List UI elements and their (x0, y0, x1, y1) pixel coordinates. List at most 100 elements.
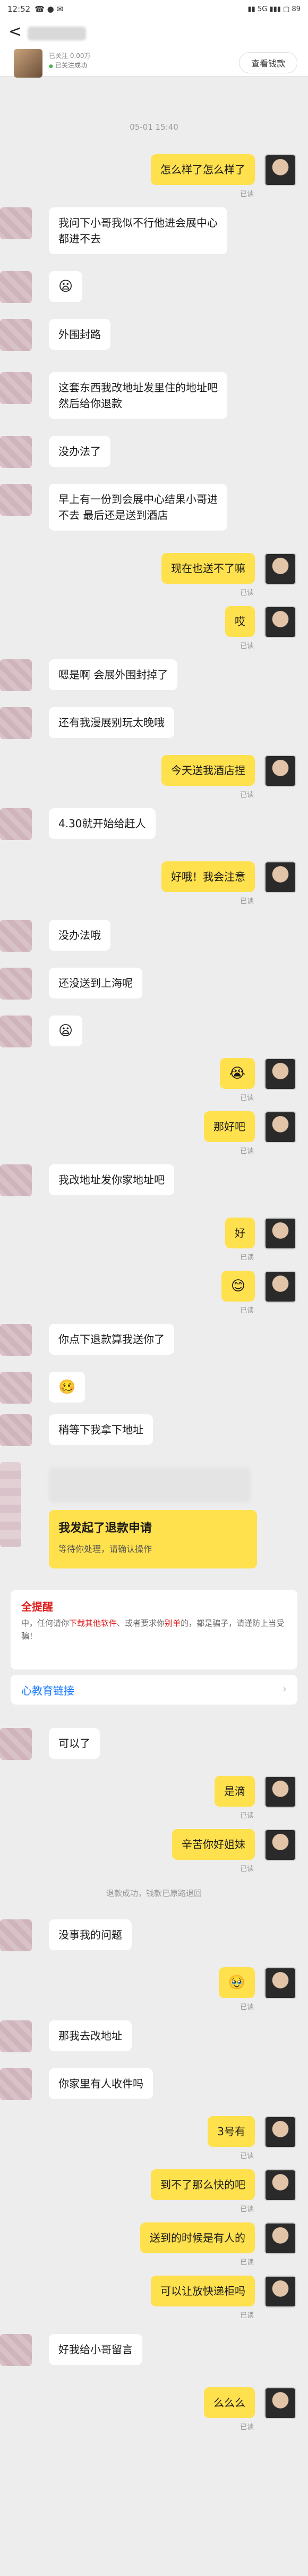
message-bubble[interactable]: 是滴 (215, 1776, 255, 1807)
my-avatar[interactable] (264, 755, 296, 787)
my-avatar[interactable] (264, 861, 296, 893)
read-receipt: 已读 (239, 897, 254, 905)
message-bubble[interactable]: 那我去改地址 (49, 2020, 132, 2051)
seller-avatar[interactable] (0, 808, 32, 840)
message-bubble[interactable]: 这套东西我改地址发里住的地址吧 然后给你退款 (49, 372, 227, 419)
message-bubble[interactable]: 到不了那么快的吧 (151, 2169, 255, 2200)
read-receipt: 已读 (239, 642, 254, 650)
seller-avatar[interactable] (0, 707, 32, 739)
education-link-label: 心教育链接 (21, 1684, 74, 1697)
my-avatar[interactable] (264, 1967, 296, 1999)
my-avatar[interactable] (264, 1111, 296, 1143)
seller-avatar[interactable] (0, 1164, 32, 1196)
my-avatar[interactable] (264, 2222, 296, 2254)
refund-subtitle: 等待你处理，请确认操作 (58, 1544, 152, 1554)
message-bubble[interactable]: 稍等下我拿下地址 (49, 1414, 153, 1445)
blurred-avatar (0, 1462, 21, 1547)
seller-avatar[interactable] (0, 1728, 32, 1760)
message-bubble[interactable]: 可以让放快递柜吗 (151, 2276, 255, 2306)
message-bubble[interactable]: 送到的时候是有人的 (140, 2222, 255, 2253)
seller-avatar[interactable] (0, 659, 32, 691)
my-avatar[interactable] (264, 2276, 296, 2308)
message-bubble[interactable]: 辛苦你好姐妹 (172, 1829, 255, 1860)
message-bubble[interactable]: 早上有一份到会展中心结果小哥进 不去 最后还是送到酒店 (49, 484, 227, 531)
message-bubble[interactable]: 可以了 (49, 1728, 100, 1759)
my-avatar[interactable] (264, 154, 296, 186)
read-receipt: 已读 (239, 2205, 254, 2213)
emoji-bubble[interactable]: 😭 (219, 1058, 255, 1089)
message-bubble[interactable]: 还没送到上海呢 (49, 968, 142, 998)
seller-avatar[interactable] (0, 1324, 32, 1356)
shop-avatar[interactable] (14, 49, 42, 78)
seller-avatar[interactable] (0, 2334, 32, 2366)
seller-avatar[interactable] (0, 920, 32, 952)
blurred-shop-name (28, 27, 86, 40)
back-button[interactable]: < (8, 22, 22, 41)
refund-title: 我发起了退款申请 (58, 1522, 152, 1535)
read-receipt: 已读 (239, 1812, 254, 1820)
message-bubble[interactable]: 没事我的问题 (49, 1919, 132, 1950)
message-bubble[interactable]: 没办法了 (49, 436, 110, 467)
message-bubble[interactable]: 那好吧 (204, 1111, 255, 1142)
message-bubble[interactable]: 你点下退款算我送你了 (49, 1324, 174, 1355)
message-bubble[interactable]: 好我给小哥留言 (49, 2334, 142, 2365)
message-bubble[interactable]: 我问下小哥我似不行他进会展中心 都进不去 (49, 207, 227, 254)
my-avatar[interactable] (264, 1829, 296, 1861)
my-avatar[interactable] (264, 1271, 296, 1303)
seller-avatar[interactable] (0, 271, 32, 303)
seller-avatar[interactable] (0, 968, 32, 1000)
view-money-button[interactable]: 查看钱款 (239, 52, 297, 73)
emoji-bubble[interactable]: 🥴 (49, 1372, 85, 1403)
seller-avatar[interactable] (0, 2020, 32, 2052)
my-avatar[interactable] (264, 2387, 296, 2419)
my-avatar[interactable] (264, 1776, 296, 1808)
message-bubble[interactable]: 今天送我酒店捏 (161, 755, 255, 786)
seller-avatar[interactable] (0, 2068, 32, 2100)
message-bubble[interactable]: 你家里有人收件吗 (49, 2068, 153, 2099)
emoji-bubble[interactable]: 🥹 (218, 1967, 255, 1998)
my-avatar[interactable] (264, 1218, 296, 1249)
read-receipt: 已读 (239, 1147, 254, 1155)
message-bubble[interactable]: 哎 (225, 606, 255, 637)
warning-highlight: 别单 (165, 1618, 181, 1628)
seller-avatar[interactable] (0, 372, 32, 404)
message-bubble[interactable]: 好哦！我会注意 (161, 861, 255, 892)
status-notification-icons: ☎ ● ✉ (35, 4, 64, 14)
seller-avatar[interactable] (0, 207, 32, 239)
message-bubble[interactable]: 好 (225, 1218, 255, 1248)
read-receipt: 已读 (239, 589, 254, 597)
message-bubble[interactable]: 么么么 (204, 2387, 255, 2418)
my-avatar[interactable] (264, 606, 296, 638)
my-avatar[interactable] (264, 553, 296, 585)
read-receipt: 已读 (239, 1865, 254, 1873)
seller-avatar[interactable] (0, 1414, 32, 1446)
chat-header: < 已关注 0.00万 已关注成功 查看钱款 (0, 18, 308, 78)
shop-follow-count: 已关注 0.00万 (49, 52, 91, 60)
message-bubble[interactable]: 4.30就开始给赶人 (49, 808, 156, 839)
emoji-bubble[interactable]: 😦 (49, 1016, 83, 1046)
seller-avatar[interactable] (0, 1372, 32, 1404)
message-bubble[interactable]: 我改地址发你家地址吧 (49, 1164, 174, 1195)
emoji-bubble[interactable]: 😦 (49, 271, 83, 302)
my-avatar[interactable] (264, 2169, 296, 2201)
message-bubble[interactable]: 嗯是啊 会展外围封掉了 (49, 659, 178, 690)
message-bubble[interactable]: 现在也送不了嘛 (161, 553, 255, 584)
chevron-right-icon: › (283, 1682, 287, 1695)
message-bubble[interactable]: 3号有 (208, 2116, 255, 2147)
my-avatar[interactable] (264, 2116, 296, 2148)
blurred-message (49, 1467, 251, 1503)
seller-avatar[interactable] (0, 319, 32, 351)
seller-avatar[interactable] (0, 1919, 32, 1951)
my-avatar[interactable] (264, 1058, 296, 1090)
message-bubble[interactable]: 怎么样了怎么样了 (151, 154, 255, 185)
education-link[interactable]: 心教育链接 › (11, 1675, 297, 1705)
read-receipt: 已读 (239, 1307, 254, 1315)
seller-avatar[interactable] (0, 484, 32, 516)
seller-avatar[interactable] (0, 436, 32, 468)
seller-avatar[interactable] (0, 1016, 32, 1047)
message-bubble[interactable]: 没办法哦 (49, 920, 110, 951)
emoji-bubble[interactable]: 😊 (221, 1271, 255, 1302)
refund-request-card[interactable]: 我发起了退款申请 等待你处理，请确认操作 (49, 1510, 257, 1568)
message-bubble[interactable]: 外围封路 (49, 319, 110, 350)
message-bubble[interactable]: 还有我漫展别玩太晚哦 (49, 707, 174, 738)
